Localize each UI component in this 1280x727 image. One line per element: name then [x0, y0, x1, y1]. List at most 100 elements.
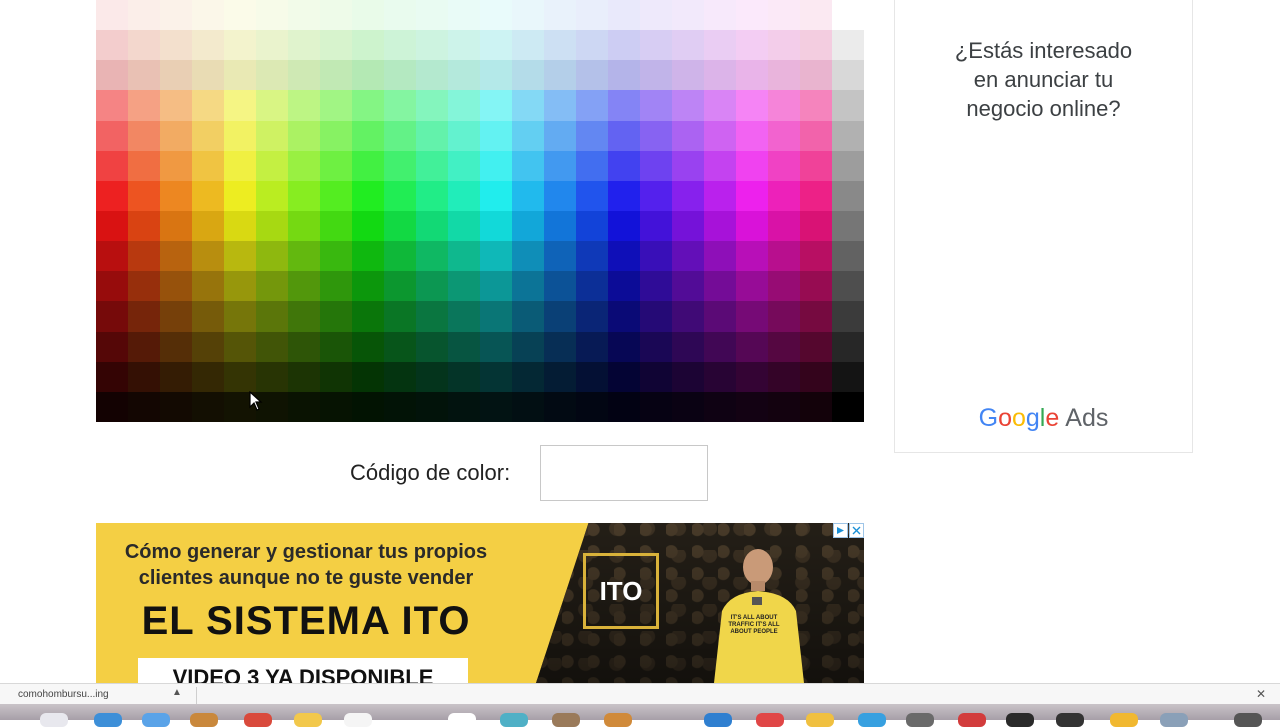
color-swatch[interactable] [224, 271, 256, 302]
color-swatch[interactable] [512, 120, 544, 151]
color-swatch[interactable] [512, 241, 544, 272]
color-swatch[interactable] [128, 391, 160, 422]
color-swatch[interactable] [384, 120, 416, 151]
color-swatch[interactable] [416, 331, 448, 362]
color-swatch[interactable] [96, 331, 128, 362]
dock-app-icon[interactable] [858, 713, 886, 727]
color-swatch[interactable] [96, 241, 128, 272]
color-swatch[interactable] [384, 90, 416, 121]
color-swatch[interactable] [192, 331, 224, 362]
color-swatch[interactable] [160, 331, 192, 362]
color-swatch[interactable] [736, 60, 768, 91]
color-swatch[interactable] [416, 210, 448, 242]
color-swatch[interactable] [512, 90, 544, 121]
color-swatch[interactable] [768, 271, 800, 302]
color-swatch[interactable] [448, 30, 480, 61]
color-swatch[interactable] [800, 241, 832, 272]
color-swatch[interactable] [96, 90, 128, 121]
color-swatch[interactable] [96, 60, 128, 91]
color-swatch[interactable] [480, 271, 512, 302]
color-swatch[interactable] [640, 90, 672, 121]
color-swatch[interactable] [352, 271, 384, 302]
dock-app-icon[interactable] [958, 713, 986, 727]
color-swatch[interactable] [640, 241, 672, 272]
color-swatch[interactable] [320, 180, 352, 211]
color-swatch[interactable] [576, 90, 608, 121]
color-swatch[interactable] [128, 210, 160, 242]
color-swatch[interactable] [576, 210, 608, 242]
color-swatch[interactable] [672, 60, 704, 91]
color-palette-grid[interactable] [96, 0, 864, 422]
color-swatch[interactable] [384, 361, 416, 392]
color-swatch[interactable] [480, 301, 512, 332]
color-swatch[interactable] [608, 60, 640, 91]
color-swatch[interactable] [224, 60, 256, 91]
color-swatch[interactable] [800, 0, 832, 31]
color-swatch[interactable] [384, 180, 416, 211]
color-swatch[interactable] [448, 271, 480, 302]
close-icon[interactable]: ✕ [1256, 687, 1266, 701]
chevron-up-icon[interactable]: ▲ [172, 687, 182, 698]
color-swatch[interactable] [480, 361, 512, 392]
color-swatch[interactable] [800, 180, 832, 211]
color-swatch[interactable] [224, 0, 256, 31]
dock-app-icon[interactable] [40, 713, 68, 727]
color-swatch[interactable] [672, 180, 704, 211]
color-swatch[interactable] [768, 241, 800, 272]
color-swatch[interactable] [672, 0, 704, 31]
color-swatch[interactable] [704, 331, 736, 362]
color-swatch[interactable] [288, 391, 320, 422]
color-swatch[interactable] [224, 90, 256, 121]
color-swatch[interactable] [192, 90, 224, 121]
dock-app-icon[interactable] [1110, 713, 1138, 727]
color-swatch[interactable] [640, 301, 672, 332]
dock-app-icon[interactable] [1006, 713, 1034, 727]
color-swatch[interactable] [128, 361, 160, 392]
color-swatch[interactable] [320, 210, 352, 242]
color-swatch[interactable] [608, 120, 640, 151]
color-swatch[interactable] [768, 210, 800, 242]
color-swatch[interactable] [320, 241, 352, 272]
color-swatch[interactable] [160, 0, 192, 31]
color-swatch[interactable] [256, 361, 288, 392]
color-swatch[interactable] [416, 150, 448, 181]
color-swatch[interactable] [800, 90, 832, 121]
color-swatch[interactable] [576, 361, 608, 392]
color-swatch[interactable] [192, 180, 224, 211]
dock-app-icon[interactable] [448, 713, 476, 727]
color-swatch[interactable] [480, 30, 512, 61]
color-swatch[interactable] [704, 361, 736, 392]
color-swatch[interactable] [544, 0, 576, 31]
dock-app-icon[interactable] [1056, 713, 1084, 727]
color-swatch[interactable] [352, 60, 384, 91]
color-swatch[interactable] [832, 241, 864, 272]
color-swatch[interactable] [288, 150, 320, 181]
color-swatch[interactable] [768, 90, 800, 121]
color-swatch[interactable] [544, 120, 576, 151]
color-swatch[interactable] [256, 30, 288, 61]
close-icon[interactable] [849, 523, 864, 538]
color-swatch[interactable] [288, 60, 320, 91]
color-swatch[interactable] [192, 271, 224, 302]
color-swatch[interactable] [800, 150, 832, 181]
color-swatch[interactable] [320, 301, 352, 332]
color-swatch[interactable] [384, 301, 416, 332]
color-swatch[interactable] [320, 150, 352, 181]
dock-app-icon[interactable] [294, 713, 322, 727]
color-swatch[interactable] [352, 361, 384, 392]
color-swatch[interactable] [512, 271, 544, 302]
color-swatch[interactable] [192, 120, 224, 151]
color-swatch[interactable] [576, 60, 608, 91]
color-swatch[interactable] [576, 30, 608, 61]
color-swatch[interactable] [736, 90, 768, 121]
color-swatch[interactable] [736, 271, 768, 302]
color-swatch[interactable] [192, 210, 224, 242]
color-swatch[interactable] [832, 30, 864, 61]
color-swatch[interactable] [768, 60, 800, 91]
color-swatch[interactable] [800, 301, 832, 332]
color-swatch[interactable] [704, 150, 736, 181]
color-swatch[interactable] [672, 150, 704, 181]
color-swatch[interactable] [704, 30, 736, 61]
color-swatch[interactable] [608, 301, 640, 332]
dock-app-icon[interactable] [190, 713, 218, 727]
